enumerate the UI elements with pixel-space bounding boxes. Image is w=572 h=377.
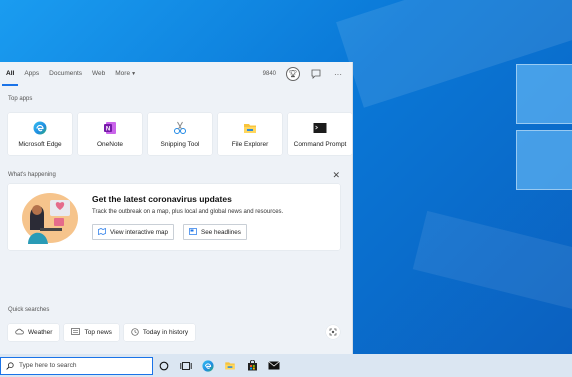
onenote-icon: N — [103, 121, 117, 135]
quick-search-label: Weather — [28, 329, 53, 336]
snipping-tool-icon — [173, 121, 187, 135]
search-icon — [6, 357, 14, 375]
taskbar-search-input[interactable] — [19, 362, 139, 369]
app-label: File Explorer — [231, 140, 269, 148]
mail-icon[interactable] — [263, 354, 285, 377]
quick-search-label: Today in history — [142, 329, 189, 336]
map-icon — [98, 227, 106, 237]
top-apps-heading: Top apps — [8, 96, 33, 102]
app-label: Command Prompt — [293, 140, 347, 148]
file-explorer-icon — [243, 121, 257, 135]
app-label: OneNote — [96, 140, 124, 148]
close-icon[interactable]: ✕ — [332, 170, 340, 181]
app-label: Microsoft Edge — [18, 140, 62, 148]
news-icon — [71, 328, 81, 337]
clock-icon — [131, 327, 139, 338]
taskbar-search-box[interactable] — [0, 356, 153, 375]
tab-all-label: All — [6, 70, 15, 77]
search-tab-bar: All Apps Documents Web More▼ 9840 🏆︎ ··· — [0, 62, 352, 86]
file-explorer-icon[interactable] — [219, 354, 241, 377]
quick-search-label: Top news — [84, 329, 112, 336]
app-tile-onenote[interactable]: N OneNote — [78, 113, 142, 155]
rewards-points: 9840 — [262, 71, 276, 77]
cortana-icon[interactable] — [153, 354, 175, 377]
command-prompt-icon — [313, 121, 327, 135]
more-options-icon[interactable]: ··· — [332, 68, 344, 80]
quick-search-weather[interactable]: Weather — [8, 324, 60, 341]
top-apps-list: Microsoft Edge N OneNote Snipping Tool F… — [8, 113, 352, 155]
taskbar — [0, 354, 572, 377]
news-title: Get the latest coronavirus updates — [92, 194, 232, 204]
store-icon[interactable] — [241, 354, 263, 377]
view-map-label: View interactive map — [110, 228, 168, 236]
tab-apps[interactable]: Apps — [24, 62, 39, 86]
see-headlines-button[interactable]: See headlines — [183, 224, 247, 240]
windows-logo-pane — [516, 64, 572, 124]
wallpaper-light-beam — [412, 210, 572, 333]
view-map-button[interactable]: View interactive map — [92, 224, 174, 240]
feedback-icon[interactable] — [310, 68, 322, 80]
news-card[interactable]: Get the latest coronavirus updates Track… — [8, 184, 340, 250]
quick-search-top-news[interactable]: Top news — [64, 324, 119, 341]
tab-documents[interactable]: Documents — [49, 62, 82, 86]
edge-icon — [33, 121, 47, 135]
trophy-icon[interactable]: 🏆︎ — [286, 67, 300, 81]
tab-more[interactable]: More▼ — [115, 62, 136, 86]
quick-searches-heading: Quick searches — [8, 307, 50, 313]
chevron-down-icon: ▼ — [131, 71, 137, 77]
quick-search-today-in-history[interactable]: Today in history — [123, 324, 196, 341]
tab-more-label: More — [115, 70, 131, 77]
cloud-icon — [15, 328, 24, 337]
news-icon — [189, 227, 197, 237]
search-panel: All Apps Documents Web More▼ 9840 🏆︎ ···… — [0, 62, 353, 354]
app-tile-command-prompt[interactable]: Command Prompt — [288, 113, 352, 155]
tab-web[interactable]: Web — [92, 62, 105, 86]
whats-happening-heading: What's happening — [8, 172, 56, 178]
tab-web-label: Web — [92, 70, 106, 77]
tab-documents-label: Documents — [49, 70, 83, 77]
windows-logo-pane — [516, 130, 572, 190]
svg-text:N: N — [106, 126, 110, 132]
news-illustration — [20, 190, 78, 244]
see-headlines-label: See headlines — [201, 228, 241, 236]
task-view-icon[interactable] — [175, 354, 197, 377]
tab-all[interactable]: All — [1, 62, 19, 86]
app-tile-snipping-tool[interactable]: Snipping Tool — [148, 113, 212, 155]
news-description: Track the outbreak on a map, plus local … — [92, 209, 284, 215]
edge-icon[interactable] — [197, 354, 219, 377]
app-tile-microsoft-edge[interactable]: Microsoft Edge — [8, 113, 72, 155]
visual-search-icon[interactable] — [326, 325, 340, 339]
quick-searches-list: Weather Top news Today in history — [8, 324, 196, 341]
app-tile-file-explorer[interactable]: File Explorer — [218, 113, 282, 155]
app-label: Snipping Tool — [160, 140, 200, 148]
tab-apps-label: Apps — [24, 70, 40, 77]
